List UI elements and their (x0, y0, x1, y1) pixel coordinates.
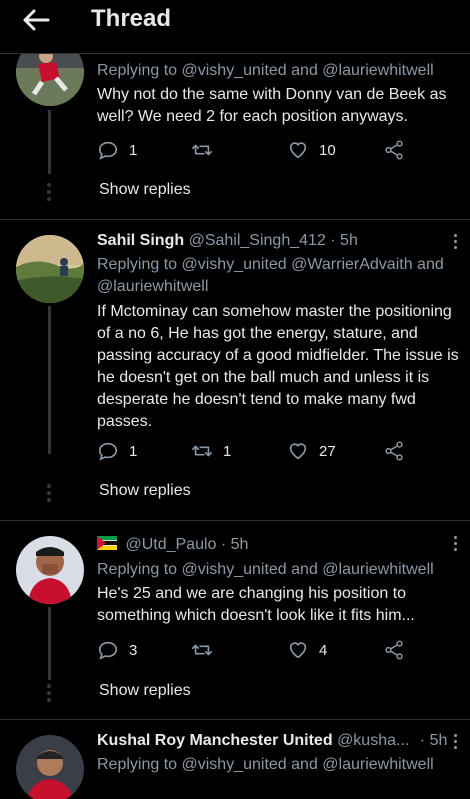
replying-to: Replying to @vishy_united @WarrierAdvait… (97, 256, 444, 295)
heart-icon (289, 142, 307, 159)
tweet-actions: 1 10 (97, 138, 417, 162)
retweet-icon (192, 144, 212, 156)
mention-link[interactable]: @lauriewhitwell (322, 62, 433, 79)
thread-dots (47, 484, 51, 505)
back-arrow-icon[interactable] (20, 6, 52, 34)
user-handle[interactable]: @Sahil_Singh_412 (189, 232, 326, 249)
mention-link[interactable]: @vishy_united (182, 561, 287, 578)
share-button[interactable] (383, 138, 405, 162)
mention-link[interactable]: @vishy_united (182, 256, 287, 273)
like-count: 4 (319, 641, 328, 659)
reply-count: 3 (129, 641, 138, 659)
mention-link[interactable]: @vishy_united (182, 62, 287, 79)
share-icon (385, 640, 403, 660)
retweet-icon (192, 445, 212, 457)
display-name[interactable]: Sahil Singh (97, 232, 184, 249)
tweet-text: Why not do the same with Donny van de Be… (97, 86, 447, 125)
retweet-button[interactable] (191, 138, 213, 162)
tweet-text: If Mctominay can somehow master the posi… (97, 303, 459, 430)
retweet-count: 1 (223, 442, 232, 460)
heart-icon (289, 443, 307, 460)
thread-dots (47, 684, 51, 705)
tweet-1[interactable]: Replying to @vishy_united and @lauriewhi… (0, 38, 470, 220)
mozambique-flag-icon (97, 536, 117, 550)
tweet-actions: 3 4 (97, 638, 417, 662)
tweet-3[interactable]: @Utd_Paulo · 5h Replying to @vishy_unite… (0, 521, 470, 720)
more-options-icon[interactable] (452, 536, 458, 554)
like-count: 27 (319, 442, 336, 460)
share-button[interactable] (383, 638, 405, 662)
mention-link[interactable]: @lauriewhitwell (322, 561, 433, 578)
thread-line (48, 110, 51, 174)
tweet-actions: 1 1 27 (97, 439, 417, 463)
timestamp[interactable]: · 5h (221, 536, 249, 553)
show-replies-link[interactable]: Show replies (99, 181, 191, 199)
page-title: Thread (91, 5, 172, 32)
more-options-icon[interactable] (452, 234, 458, 252)
reply-button[interactable]: 1 (97, 439, 137, 463)
reply-button[interactable]: 3 (97, 638, 137, 662)
replying-to: Replying to @vishy_united and @lauriewhi… (97, 561, 434, 578)
timestamp[interactable]: · 5h (330, 232, 358, 249)
top-bar: Thread (0, 0, 470, 54)
retweet-icon (192, 644, 212, 656)
mention-link[interactable]: @vishy_united (182, 756, 287, 773)
user-handle[interactable]: @Utd_Paulo (125, 536, 216, 553)
heart-icon (289, 642, 307, 659)
reply-button[interactable]: 1 (97, 138, 137, 162)
thread-line (48, 306, 51, 454)
tweet-header: @Utd_Paulo · 5h (97, 536, 248, 554)
tweet-4[interactable]: Kushal Roy Manchester United @kusha... ·… (0, 720, 470, 799)
reply-icon (98, 442, 118, 461)
avatar[interactable] (16, 536, 84, 604)
mention-link[interactable]: @lauriewhitwell (322, 756, 433, 773)
like-count: 10 (319, 141, 336, 159)
like-button[interactable]: 27 (287, 439, 336, 463)
retweet-button[interactable]: 1 (191, 439, 231, 463)
share-icon (385, 140, 403, 160)
tweet-text: He's 25 and we are changing his position… (97, 585, 415, 624)
mention-link[interactable]: @lauriewhitwell (97, 278, 208, 295)
tweet-header: Kushal Roy Manchester United @kusha... ·… (97, 732, 447, 750)
reply-count: 1 (129, 141, 138, 159)
replying-to: Replying to @vishy_united and @lauriewhi… (97, 62, 434, 79)
retweet-button[interactable] (191, 638, 213, 662)
reply-icon (98, 141, 118, 160)
share-button[interactable] (383, 439, 405, 463)
more-options-icon[interactable] (452, 734, 458, 752)
reply-icon (98, 641, 118, 660)
show-replies-link[interactable]: Show replies (99, 482, 191, 500)
share-icon (385, 441, 403, 461)
show-replies-link[interactable]: Show replies (99, 682, 191, 700)
like-button[interactable]: 10 (287, 138, 336, 162)
user-handle[interactable]: @kusha... (337, 732, 409, 749)
reply-count: 1 (129, 442, 138, 460)
display-name[interactable]: Kushal Roy Manchester United (97, 732, 333, 749)
timestamp[interactable]: · 5h (420, 732, 448, 749)
tweet-2[interactable]: Sahil Singh @Sahil_Singh_412 · 5h Replyi… (0, 220, 470, 521)
avatar[interactable] (16, 735, 84, 799)
thread-line (48, 607, 51, 680)
avatar[interactable] (16, 235, 84, 303)
replying-to: Replying to @vishy_united and @lauriewhi… (97, 756, 434, 773)
like-button[interactable]: 4 (287, 638, 327, 662)
mention-link[interactable]: @WarrierAdvaith (291, 256, 412, 273)
tweet-header: Sahil Singh @Sahil_Singh_412 · 5h (97, 232, 358, 250)
thread-dots (47, 183, 51, 204)
